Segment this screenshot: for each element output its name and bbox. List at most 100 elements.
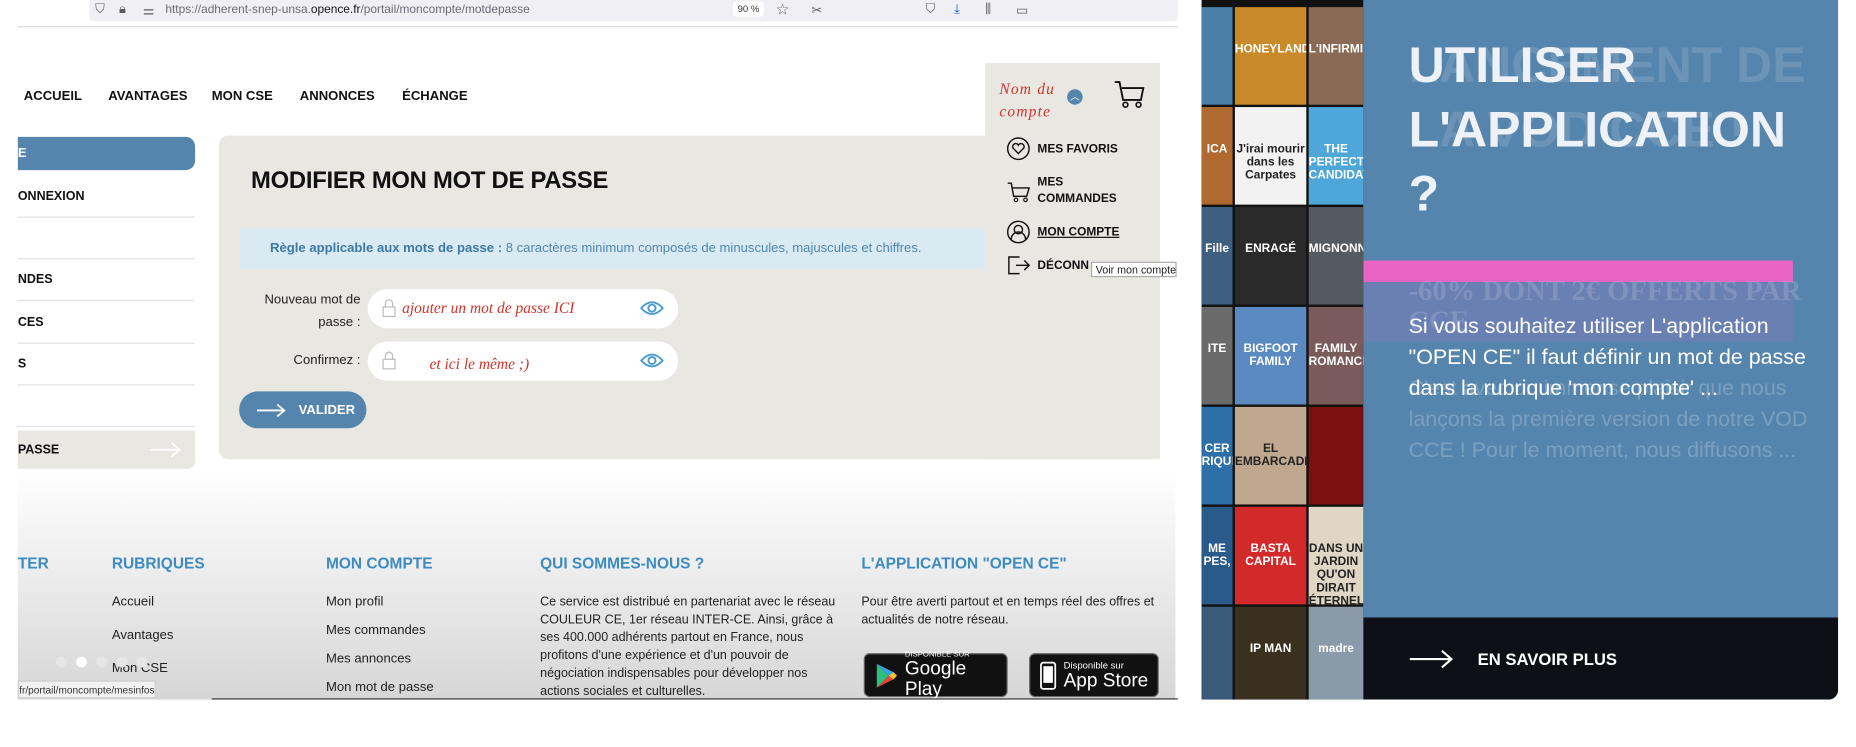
- poster-title: ME PES,: [1203, 542, 1231, 569]
- confirm-password-label: Confirmez :: [293, 353, 361, 368]
- movie-poster[interactable]: [1201, 7, 1233, 105]
- download-icon[interactable]: ⤓: [954, 2, 960, 17]
- zoom-level-badge[interactable]: 90 %: [732, 1, 765, 17]
- eye-icon[interactable]: [640, 299, 664, 318]
- store-label: Google Play: [904, 659, 967, 700]
- movie-poster[interactable]: L'INFIRMIÈRE: [1308, 7, 1364, 105]
- footer-heading-app: L'APPLICATION "OPEN CE": [861, 554, 1067, 573]
- google-play-button[interactable]: DISPONIBLE SUR Google Play: [863, 651, 1008, 700]
- carousel-dot[interactable]: [136, 656, 148, 668]
- movie-poster[interactable]: MIGNONNES: [1308, 207, 1364, 305]
- bookmark-star-icon[interactable]: ☆: [776, 0, 790, 19]
- movie-poster[interactable]: CER RIQUE: [1201, 406, 1233, 505]
- sidebar-item[interactable]: ONNEXION: [17, 176, 196, 218]
- poster-title: DANS UN JARDIN QU'ON DIRAIT ÉTERNEL: [1308, 542, 1364, 605]
- nav-annonces[interactable]: ANNONCES: [300, 89, 375, 103]
- nav-echange[interactable]: ÉCHANGE: [402, 89, 467, 103]
- eye-icon[interactable]: [640, 351, 664, 370]
- movie-poster[interactable]: THE PERFECT CANDIDATE: [1308, 107, 1364, 205]
- movie-poster[interactable]: FAMILY ROMANCE: [1308, 306, 1364, 405]
- sidebar-item[interactable]: CES: [17, 302, 196, 344]
- divider: [211, 698, 1178, 700]
- footer-link[interactable]: Mes annonces: [326, 652, 411, 666]
- movie-poster[interactable]: DANS UN JARDIN QU'ON DIRAIT ÉTERNEL: [1308, 506, 1364, 605]
- footer-about-text: Ce service est distribué en partenariat …: [540, 594, 836, 699]
- library-icon[interactable]: ⫼: [985, 2, 991, 17]
- poster-title: THE PERFECT CANDIDATE: [1308, 142, 1364, 183]
- menu-mon-compte[interactable]: MON COMPTE: [1006, 220, 1119, 244]
- movie-poster[interactable]: [1201, 606, 1233, 700]
- url-text[interactable]: https://adherent-snep-unsa.opence.fr/por…: [165, 4, 529, 17]
- footer-heading-about: QUI SOMMES-NOUS ?: [540, 554, 705, 573]
- carousel-dot[interactable]: [96, 656, 108, 668]
- footer-link[interactable]: Mon mot de passe: [326, 681, 434, 695]
- movie-poster[interactable]: IP MAN: [1234, 606, 1307, 700]
- lock-icon[interactable]: 🔒︎: [119, 2, 126, 17]
- sidebar-item[interactable]: [17, 385, 196, 428]
- tooltip: Voir mon compte: [1090, 261, 1177, 278]
- poster-title: MIGNONNES: [1308, 242, 1364, 256]
- movie-poster[interactable]: ICA: [1201, 107, 1233, 205]
- movie-poster[interactable]: Fille: [1201, 207, 1233, 305]
- footer-link[interactable]: Accueil: [112, 595, 154, 609]
- google-play-icon: [876, 663, 898, 688]
- account-name[interactable]: Nom du compte: [999, 77, 1070, 122]
- movie-poster[interactable]: madre: [1308, 606, 1364, 700]
- sidebar-item[interactable]: NDES: [17, 259, 196, 301]
- movie-poster[interactable]: ENRAGÉ: [1234, 207, 1307, 305]
- status-bar-url: ence.fr/portail/moncompte/mesinfos: [17, 680, 156, 699]
- movie-poster[interactable]: BASTA CAPITAL: [1234, 506, 1307, 605]
- poster-title: ICA: [1206, 142, 1228, 156]
- menu-deconnexion[interactable]: DÉCONN: [1006, 253, 1089, 277]
- learn-more-button[interactable]: EN SAVOIR PLUS: [1363, 617, 1839, 700]
- permissions-icon[interactable]: ⚌: [143, 2, 155, 18]
- carousel-dot[interactable]: [116, 656, 128, 668]
- menu-label: MON COMPTE: [1037, 225, 1120, 239]
- movie-poster[interactable]: ITE: [1201, 306, 1233, 405]
- movie-poster[interactable]: HONEYLAND: [1234, 7, 1307, 105]
- menu-mes-favoris[interactable]: MES FAVORIS: [1006, 137, 1118, 161]
- poster-title: HONEYLAND: [1234, 42, 1307, 56]
- carousel-dot[interactable]: [55, 656, 67, 668]
- sidebar-item[interactable]: [17, 218, 196, 260]
- sidebar-header-button[interactable]: E: [17, 136, 196, 171]
- cart-icon[interactable]: [1114, 80, 1145, 109]
- poster-title: madre: [1318, 642, 1354, 656]
- submit-button[interactable]: VALIDER: [239, 391, 367, 429]
- movie-poster[interactable]: J'irai mourir dans les Carpates: [1234, 107, 1307, 205]
- movie-poster[interactable]: BIGFOOT FAMILY: [1234, 306, 1307, 405]
- screenshot-icon[interactable]: ✂: [811, 2, 822, 18]
- movie-poster[interactable]: EL EMBARCADERO: [1234, 406, 1307, 505]
- shield-icon[interactable]: ⛉: [95, 2, 105, 17]
- sidebar-item[interactable]: S: [17, 344, 196, 386]
- movie-poster[interactable]: [1308, 406, 1364, 505]
- store-small-label: Disponible sur: [1063, 659, 1124, 671]
- confirm-password-input[interactable]: et ici le même ;): [367, 341, 679, 381]
- carousel-dot-active[interactable]: [76, 656, 87, 668]
- app-store-button[interactable]: Disponible sur App Store: [1029, 653, 1159, 698]
- lock-icon: [382, 299, 396, 318]
- url-domain: opence.fr: [310, 3, 361, 17]
- footer-link[interactable]: Mes commandes: [326, 623, 426, 637]
- poster-title: BASTA CAPITAL: [1245, 542, 1296, 569]
- poster-title: Fille: [1205, 242, 1229, 256]
- sidebar-icon[interactable]: ▭: [1016, 2, 1028, 18]
- footer-app-text: Pour être averti partout et en temps rée…: [861, 594, 1155, 627]
- movie-poster[interactable]: ME PES,: [1201, 506, 1233, 605]
- sidebar-item-active[interactable]: PASSE: [17, 430, 196, 469]
- poster-title: BIGFOOT FAMILY: [1243, 342, 1298, 369]
- nav-accueil[interactable]: ACCUEIL: [24, 89, 82, 103]
- footer-heading: TER: [17, 554, 49, 573]
- rule-label: Règle applicable aux mots de passe :: [270, 241, 503, 256]
- chevron-up-icon[interactable]: ︿: [1067, 89, 1083, 105]
- nav-mon-cse[interactable]: MON CSE: [212, 89, 273, 103]
- menu-mes-commandes[interactable]: MES COMMANDES: [1006, 175, 1120, 208]
- heart-icon: [1006, 137, 1030, 161]
- cart-icon: [1006, 180, 1031, 204]
- url-path: /portail/moncompte/motdepasse: [360, 3, 530, 17]
- pocket-icon[interactable]: ⛉: [926, 2, 936, 17]
- nav-avantages[interactable]: AVANTAGES: [108, 89, 187, 103]
- new-password-input[interactable]: ajouter un mot de passe ICI: [367, 289, 679, 329]
- footer-link[interactable]: Avantages: [112, 628, 174, 642]
- footer-link[interactable]: Mon profil: [326, 595, 383, 609]
